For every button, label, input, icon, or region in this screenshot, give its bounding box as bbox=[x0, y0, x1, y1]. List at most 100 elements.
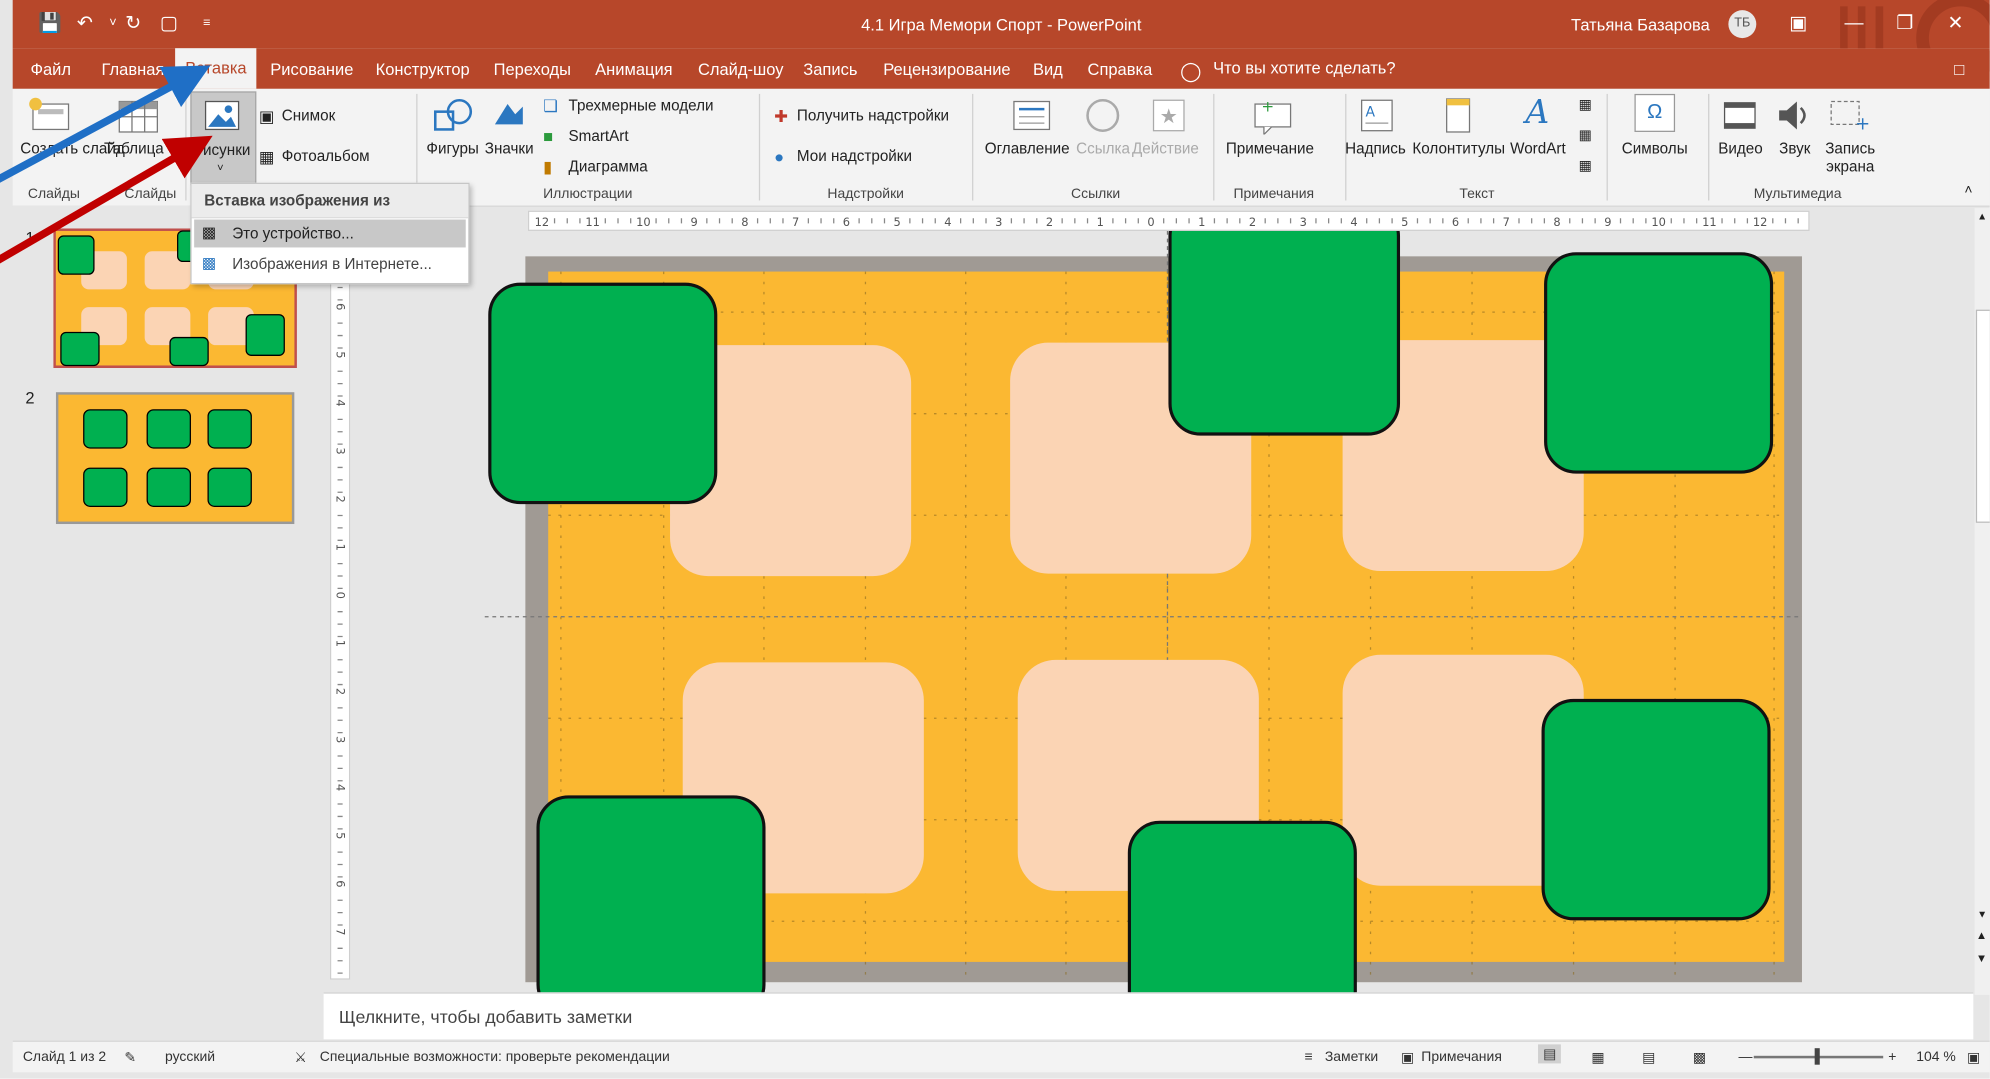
screen-recording-icon[interactable]: + bbox=[1827, 96, 1870, 134]
video-button[interactable]: Видео bbox=[1718, 140, 1762, 158]
tab-transitions[interactable]: Переходы bbox=[494, 60, 571, 79]
tab-design[interactable]: Конструктор bbox=[376, 60, 470, 79]
card-front[interactable] bbox=[1544, 252, 1774, 474]
comment-icon[interactable]: + bbox=[1251, 96, 1294, 135]
card-front[interactable] bbox=[1127, 820, 1357, 993]
card-front[interactable] bbox=[1541, 698, 1771, 921]
date-time-icon[interactable]: ▦ bbox=[1579, 96, 1592, 113]
vertical-scrollbar[interactable]: ▲ ▼ ▲ ▼ bbox=[1974, 208, 1990, 995]
group-illustrations: Иллюстрации bbox=[543, 186, 633, 202]
minimize-icon[interactable]: — bbox=[1843, 13, 1866, 36]
omega-icon[interactable]: Ω bbox=[1634, 93, 1676, 132]
action-icon[interactable]: ★ bbox=[1150, 96, 1188, 134]
toc-button[interactable]: Оглавление bbox=[985, 140, 1070, 158]
scroll-down-icon[interactable]: ▼ bbox=[1977, 909, 1987, 920]
slide-counter[interactable]: Слайд 1 из 2 bbox=[23, 1049, 106, 1064]
shapes-icon[interactable] bbox=[431, 96, 474, 134]
fit-to-window-icon[interactable]: ▣ bbox=[1967, 1049, 1980, 1066]
notes-toggle[interactable]: Заметки bbox=[1325, 1049, 1378, 1064]
card-front[interactable] bbox=[488, 282, 718, 505]
card-front[interactable] bbox=[1168, 230, 1401, 436]
zoom-level[interactable]: 104 % bbox=[1916, 1049, 1956, 1064]
tab-view[interactable]: Вид bbox=[1033, 60, 1063, 79]
zoom-slider-thumb[interactable] bbox=[1814, 1048, 1820, 1065]
title-bar: 💾 ↶ ˅ ↻ ▢ ≡ 4.1 Игра Мемори Спорт - Powe… bbox=[12, 0, 1990, 83]
tab-slideshow[interactable]: Слайд-шоу bbox=[698, 60, 784, 79]
ruler-tick-label: 2 bbox=[1249, 215, 1256, 229]
photo-album-button[interactable]: Фотоальбом bbox=[282, 147, 370, 165]
card-front[interactable] bbox=[536, 795, 766, 993]
get-addins-icon: ✚ bbox=[774, 106, 788, 126]
link-button[interactable]: Ссылка bbox=[1076, 140, 1130, 158]
accessibility-status[interactable]: Специальные возможности: проверьте реком… bbox=[320, 1049, 670, 1064]
collapse-ribbon-icon[interactable]: ˄ bbox=[1964, 183, 1972, 198]
header-footer-icon[interactable] bbox=[1439, 96, 1477, 134]
ribbon-display-options-icon[interactable]: ▣ bbox=[1787, 13, 1810, 36]
status-bar: Слайд 1 из 2 ✎ русский ⚔ Специальные воз… bbox=[12, 1040, 1990, 1073]
slideshow-view-icon[interactable]: ▩ bbox=[1693, 1049, 1706, 1066]
user-name[interactable]: Татьяна Базарова bbox=[1571, 15, 1710, 34]
audio-button[interactable]: Звук bbox=[1779, 140, 1810, 158]
wordart-button[interactable]: WordArt bbox=[1510, 140, 1566, 158]
comment-button[interactable]: Примечание bbox=[1226, 140, 1314, 158]
screen-record-label-2: экрана bbox=[1826, 157, 1875, 176]
screen-record-button[interactable]: Запись экрана bbox=[1825, 140, 1876, 176]
lightbulb-icon: ◯ bbox=[1180, 60, 1202, 83]
avatar[interactable]: ТБ bbox=[1728, 10, 1757, 39]
screenshot-icon: ▣ bbox=[258, 106, 275, 126]
slide-thumbnail-2[interactable] bbox=[55, 392, 295, 525]
slide-number-icon[interactable]: ▦ bbox=[1579, 127, 1592, 143]
header-footer-button[interactable]: Колонтитулы bbox=[1412, 140, 1505, 158]
tab-review[interactable]: Рецензирование bbox=[883, 60, 1010, 79]
toc-icon[interactable] bbox=[1010, 96, 1053, 134]
scroll-up-icon[interactable]: ▲ bbox=[1977, 211, 1987, 222]
comments-toggle[interactable]: Примечания bbox=[1421, 1049, 1502, 1064]
tab-draw[interactable]: Рисование bbox=[270, 60, 353, 79]
zoom-out-icon[interactable]: — bbox=[1739, 1049, 1753, 1064]
powerpoint-window: 💾 ↶ ˅ ↻ ▢ ≡ 4.1 Игра Мемори Спорт - Powe… bbox=[0, 0, 1990, 1079]
tell-me-search[interactable]: Что вы хотите сделать? bbox=[1213, 58, 1395, 77]
smartart-button[interactable]: SmartArt bbox=[569, 127, 629, 145]
action-button[interactable]: Действие bbox=[1132, 140, 1199, 158]
language-indicator[interactable]: русский bbox=[165, 1049, 215, 1064]
svg-text:+: + bbox=[1855, 114, 1870, 134]
3d-models-button[interactable]: Трехмерные модели bbox=[569, 96, 714, 114]
cube-icon: ❏ bbox=[543, 96, 558, 116]
previous-slide-icon[interactable]: ▲ bbox=[1976, 929, 1987, 942]
scrollbar-thumb[interactable] bbox=[1975, 309, 1990, 523]
tab-help[interactable]: Справка bbox=[1088, 60, 1153, 79]
shapes-button[interactable]: Фигуры bbox=[426, 140, 479, 158]
screenshot-button[interactable]: Снимок bbox=[282, 107, 336, 125]
textbox-button[interactable]: Надпись bbox=[1345, 140, 1406, 158]
object-icon[interactable]: ▦ bbox=[1579, 157, 1592, 174]
get-addins-button[interactable]: Получить надстройки bbox=[797, 107, 949, 125]
reading-view-icon[interactable]: ▤ bbox=[1642, 1049, 1655, 1066]
wordart-icon[interactable]: A bbox=[1525, 94, 1549, 132]
spellcheck-icon[interactable]: ✎ bbox=[124, 1049, 136, 1066]
normal-view-icon[interactable]: ▤ bbox=[1538, 1044, 1562, 1064]
comments-pane-icon[interactable]: □ bbox=[1954, 60, 1964, 79]
chart-button[interactable]: Диаграмма bbox=[569, 157, 648, 175]
next-slide-icon[interactable]: ▼ bbox=[1976, 952, 1987, 965]
zoom-in-icon[interactable]: + bbox=[1888, 1049, 1896, 1064]
slide-sorter-icon[interactable]: ▦ bbox=[1591, 1049, 1604, 1066]
tab-animations[interactable]: Анимация bbox=[595, 60, 672, 79]
ruler-tick-label: 11 bbox=[585, 215, 600, 229]
textbox-icon[interactable]: A bbox=[1358, 96, 1396, 134]
menu-item-this-device[interactable]: ▩ Это устройство... bbox=[194, 219, 466, 248]
ruler-tick-label: 4 bbox=[944, 215, 951, 229]
video-icon[interactable] bbox=[1721, 96, 1759, 134]
close-icon[interactable]: ✕ bbox=[1944, 13, 1967, 36]
menu-item-online-pictures[interactable]: ▩ Изображения в Интернете... bbox=[194, 250, 466, 278]
my-addins-button[interactable]: Мои надстройки bbox=[797, 147, 912, 165]
restore-icon[interactable]: ❐ bbox=[1893, 13, 1916, 36]
ruler-tick-label: 4 bbox=[333, 399, 347, 406]
symbols-button[interactable]: Символы bbox=[1622, 140, 1688, 158]
link-icon[interactable] bbox=[1084, 96, 1122, 134]
slide-canvas[interactable] bbox=[482, 230, 1802, 993]
notes-pane[interactable]: Щелкните, чтобы добавить заметки bbox=[323, 992, 1974, 1040]
tab-record[interactable]: Запись bbox=[803, 60, 857, 79]
icons-icon[interactable] bbox=[490, 96, 528, 134]
icons-button[interactable]: Значки bbox=[485, 140, 534, 158]
audio-icon[interactable] bbox=[1774, 96, 1812, 134]
